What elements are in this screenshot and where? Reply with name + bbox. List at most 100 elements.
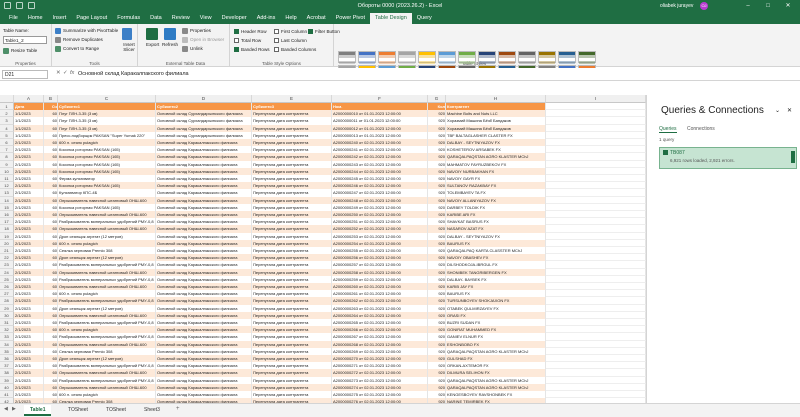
table-cell[interactable]: KARIB JAY FX — [446, 283, 546, 291]
table-cell[interactable]: Культиватор КПС-4Б — [58, 189, 156, 197]
save-icon[interactable] — [16, 2, 23, 9]
table-cell[interactable]: Опрыскиватель навесной штанговый ОНШ-600 — [58, 196, 156, 204]
prev-sheet-icon[interactable]: ◀ — [4, 406, 8, 412]
maximize-button[interactable]: □ — [760, 0, 776, 12]
table-cell[interactable]: 2/1/2023 — [14, 340, 44, 348]
table-cell[interactable]: 2/1/2023 — [14, 218, 44, 226]
table-cell[interactable]: Перепутала дата контрагента — [252, 290, 332, 298]
table-style-swatch[interactable] — [578, 51, 596, 64]
table-cell[interactable]: SHAVKAT BASRUS FX — [446, 218, 546, 226]
table-cell[interactable]: 600 л. сеялк pulagich — [58, 139, 156, 147]
table-cell[interactable]: Перепутала дата контрагента — [252, 189, 332, 197]
table-cell[interactable]: 60 — [44, 167, 58, 175]
table-cell[interactable]: Перепутала дата контрагента — [252, 297, 332, 305]
row-header[interactable]: 25 — [0, 275, 14, 283]
table-cell[interactable]: 920 — [428, 319, 446, 327]
table-cell[interactable]: 60 — [44, 275, 58, 283]
table-cell[interactable]: Machine Bolts and Nuts LLC — [446, 110, 546, 118]
row-header[interactable]: 17 — [0, 218, 14, 226]
table-header-cell[interactable]: Сч — [44, 103, 58, 111]
empty-cell[interactable] — [546, 297, 646, 305]
empty-cell[interactable] — [546, 110, 646, 118]
empty-cell[interactable] — [546, 239, 646, 247]
select-all-corner[interactable] — [0, 95, 14, 103]
table-cell[interactable]: A2000000266 от 02.01.2023 12:00:00 — [332, 326, 428, 334]
row-header[interactable]: 14 — [0, 196, 14, 204]
table-cell[interactable]: 2/1/2023 — [14, 391, 44, 399]
table-cell[interactable]: Разбрасыватель минеральных удобрений РМУ… — [58, 297, 156, 305]
table-cell[interactable]: 60 — [44, 211, 58, 219]
user-name[interactable]: oliabek jurayev — [660, 3, 693, 9]
table-cell[interactable]: 920 — [428, 283, 446, 291]
table-cell[interactable]: DALBAY- BAYBEK FX — [446, 275, 546, 283]
tab-connections[interactable]: Connections — [687, 126, 715, 132]
undo-icon[interactable] — [28, 2, 35, 9]
table-cell[interactable]: Разбрасыватель минеральных удобрений РМУ… — [58, 261, 156, 269]
table-cell[interactable]: 920 — [428, 333, 446, 341]
table-cell[interactable]: DILMURA SELIHON FX — [446, 369, 546, 377]
table-cell[interactable]: Основной склад Каракалпакского филиала — [156, 211, 252, 219]
row-header[interactable]: 5 — [0, 131, 14, 139]
table-cell[interactable]: 60 — [44, 182, 58, 190]
table-cell[interactable]: Основной склад Каракалпакского филиала — [156, 153, 252, 161]
fx-icon[interactable]: fx — [70, 70, 74, 76]
row-header[interactable]: 31 — [0, 319, 14, 327]
sheet-tab[interactable]: Sheet3 — [138, 405, 166, 416]
table-style-swatch[interactable] — [358, 51, 376, 64]
table-cell[interactable]: A2000000264 от 02.01.2023 12:00:00 — [332, 311, 428, 319]
table-cell[interactable]: Разбрасыватель минеральных удобрений РМУ… — [58, 333, 156, 341]
table-cell[interactable]: Перепутала дата контрагента — [252, 261, 332, 269]
table-cell[interactable]: A2000000275 от 02.01.2023 12:00:00 — [332, 391, 428, 399]
table-cell[interactable]: Хоразмий Машина Бёзб Бандаков — [446, 117, 546, 125]
table-cell[interactable]: Перепутала дата контрагента — [252, 175, 332, 183]
table-cell[interactable]: Перепутала дата контрагента — [252, 254, 332, 262]
table-cell[interactable]: A2000000241 от 02.01.2023 12:00:00 — [332, 146, 428, 154]
column-header-H[interactable]: H — [446, 95, 546, 103]
table-cell[interactable]: Разбрасыватель минеральных удобрений РМУ… — [58, 376, 156, 384]
table-cell[interactable]: 60 — [44, 254, 58, 262]
table-cell[interactable]: 60 — [44, 189, 58, 197]
query-item[interactable]: TB087 6,921 rows loaded, 2,921 errors. — [659, 147, 797, 169]
row-header[interactable]: 23 — [0, 261, 14, 269]
table-cell[interactable]: Ферма культиватор — [58, 175, 156, 183]
table-cell[interactable]: 2/1/2023 — [14, 333, 44, 341]
remove-duplicates-button[interactable]: Remove Duplicates — [63, 37, 103, 42]
table-cell[interactable]: Основной склад Каракалпакского филиала — [156, 175, 252, 183]
row-header[interactable]: 29 — [0, 304, 14, 312]
row-header[interactable]: 11 — [0, 175, 14, 183]
table-cell[interactable]: A2000000262 от 02.01.2023 12:00:00 — [332, 297, 428, 305]
table-style-swatch[interactable] — [518, 51, 536, 64]
table-cell[interactable]: Основной склад Каракалпакского филиала — [156, 232, 252, 240]
row-header[interactable]: 10 — [0, 167, 14, 175]
table-cell[interactable]: 60 — [44, 239, 58, 247]
table-cell[interactable]: 2/1/2023 — [14, 182, 44, 190]
total-row-checkbox[interactable] — [234, 38, 239, 43]
table-cell[interactable]: Перепутала дата контрагента — [252, 131, 332, 139]
table-cell[interactable]: Перепутала дата контрагента — [252, 268, 332, 276]
empty-cell[interactable] — [546, 232, 646, 240]
empty-cell[interactable] — [546, 175, 646, 183]
empty-cell[interactable] — [546, 362, 646, 370]
next-sheet-icon[interactable]: ▶ — [12, 406, 16, 412]
table-cell[interactable]: 2/1/2023 — [14, 355, 44, 363]
insert-slicer-button[interactable]: Insert Slicer — [120, 42, 138, 52]
table-cell[interactable]: 920 — [428, 153, 446, 161]
sheet-tab[interactable]: TOSheet — [62, 405, 94, 416]
table-cell[interactable]: KENGESBOYEV RAVSHONBEK FX — [446, 391, 546, 399]
table-cell[interactable]: 2/1/2023 — [14, 347, 44, 355]
table-cell[interactable]: 2/1/2023 — [14, 319, 44, 327]
table-header-cell[interactable]: Контрагент — [446, 103, 546, 111]
table-cell[interactable]: Перепутала дата контрагента — [252, 362, 332, 370]
table-cell[interactable]: Перепутала дата контрагента — [252, 319, 332, 327]
table-cell[interactable]: TURSUNBOYEV SHOKJAXON FX — [446, 297, 546, 305]
table-cell[interactable]: 920 — [428, 391, 446, 399]
table-cell[interactable]: 60 — [44, 311, 58, 319]
table-cell[interactable]: BAURUS FX — [446, 290, 546, 298]
table-cell[interactable]: 60 — [44, 117, 58, 125]
table-cell[interactable]: 1/1/2023 — [14, 124, 44, 132]
table-cell[interactable]: 60 — [44, 369, 58, 377]
table-cell[interactable]: A2000000242 от 02.01.2023 12:00:00 — [332, 153, 428, 161]
menu-tab-table-design[interactable]: Table Design — [370, 13, 412, 24]
table-cell[interactable]: Пресс-подборщик PAKSAN "Super Yumak 220" — [58, 131, 156, 139]
menu-tab-add-ins[interactable]: Add-ins — [252, 13, 281, 24]
